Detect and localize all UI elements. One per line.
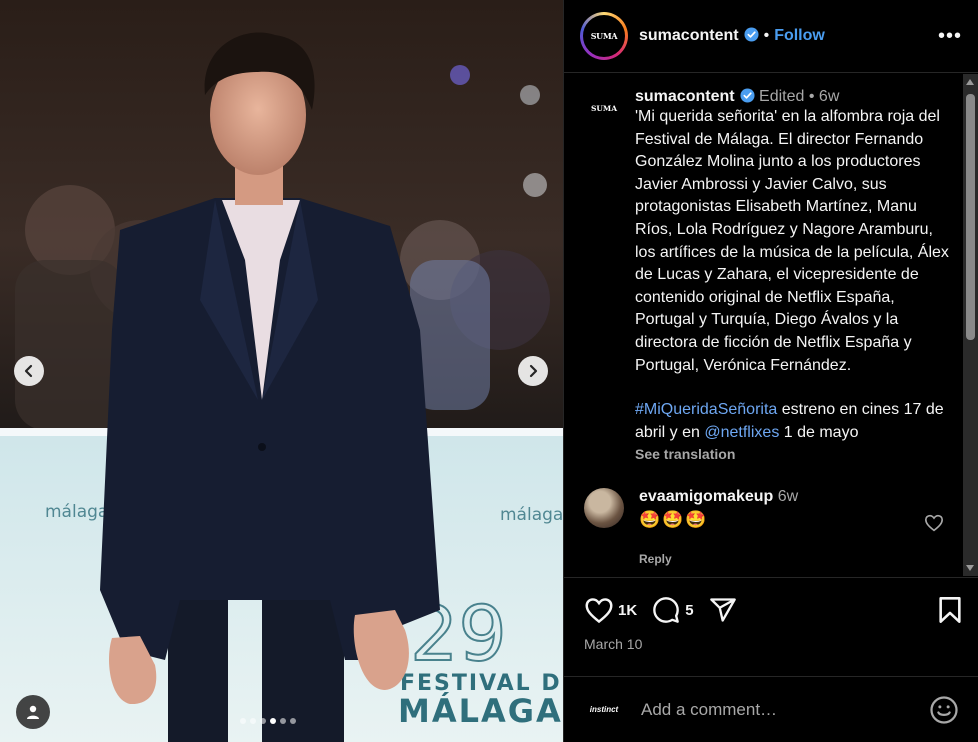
carousel-dot	[290, 718, 296, 724]
comment-bubble-icon	[653, 597, 680, 623]
carousel-dot	[250, 718, 256, 724]
verified-badge-icon	[744, 27, 759, 42]
chevron-left-icon	[24, 364, 33, 378]
comment-text: 🤩🤩🤩	[639, 510, 709, 530]
post-panel: SUMA sumacontent • Follow ••• SUMA sumac…	[563, 0, 978, 742]
caption-promo-text-end: 1 de mayo	[779, 423, 859, 441]
comment-age: 6w	[777, 488, 799, 506]
comment-button[interactable]	[651, 596, 681, 624]
comments-scroll-area[interactable]: SUMA sumacontent Edited • 6w 'Mi querida…	[564, 74, 978, 576]
scrollbar-thumb[interactable]	[966, 94, 975, 340]
avatar-logo-text: SUMA	[590, 31, 618, 41]
carousel-dot	[240, 718, 246, 724]
comment-item: evaamigomakeup 6w 🤩🤩🤩 Reply	[564, 488, 978, 566]
carousel-dot	[260, 718, 266, 724]
post-age: 6w	[818, 88, 840, 105]
bookmark-icon	[939, 597, 961, 623]
see-translation-link[interactable]: See translation	[635, 446, 955, 462]
carousel-indicator	[240, 718, 296, 724]
user-icon	[27, 705, 39, 719]
like-count[interactable]: 1K	[618, 602, 637, 619]
backdrop-logo-text: málaga	[500, 505, 563, 525]
caption-username[interactable]: sumacontent	[635, 88, 735, 105]
avatar-logo-text: SUMA	[590, 103, 618, 113]
carousel-dot	[280, 718, 286, 724]
tagged-users-button[interactable]	[16, 695, 50, 729]
post-media[interactable]: málaga málaga 29 FESTIVAL DE MÁLAGA	[0, 0, 563, 742]
share-button[interactable]	[708, 596, 738, 624]
current-user-avatar[interactable]: instinct	[584, 689, 624, 730]
scrollbar[interactable]	[963, 74, 978, 576]
avatar[interactable]: SUMA	[583, 15, 625, 57]
hashtag-link[interactable]: #MiQueridaSeñorita	[635, 401, 777, 418]
carousel-dot	[270, 718, 276, 724]
separator-dot: •	[763, 27, 770, 44]
reply-link[interactable]: Reply	[639, 552, 672, 566]
comment-input[interactable]	[641, 699, 929, 720]
caption-text: 'Mi querida señorita' en la alfombra roj…	[635, 108, 954, 374]
like-button[interactable]	[584, 597, 614, 624]
backdrop-city-text: MÁLAGA	[398, 692, 563, 730]
carousel-prev-button[interactable]	[14, 356, 44, 386]
comment-avatar[interactable]	[584, 488, 624, 529]
post-actions: 1K 5 March 10	[564, 577, 978, 652]
chevron-right-icon	[529, 364, 538, 378]
comment-count: 5	[685, 601, 694, 619]
avatar-logo-text: instinct	[589, 705, 619, 714]
save-button[interactable]	[937, 596, 963, 624]
story-ring[interactable]: SUMA	[580, 12, 628, 60]
caption-body: sumacontent Edited • 6w 'Mi querida seño…	[635, 88, 955, 462]
send-icon	[709, 598, 736, 622]
add-comment-bar: instinct	[564, 676, 978, 742]
emoji-icon[interactable]	[929, 695, 959, 725]
post-photo: málaga málaga 29 FESTIVAL DE MÁLAGA	[0, 0, 563, 742]
carousel-next-button[interactable]	[518, 356, 548, 386]
scroll-up-arrow[interactable]	[966, 79, 974, 85]
separator-dot: •	[808, 88, 815, 105]
backdrop-logo-text: málaga	[45, 502, 108, 522]
mention-link[interactable]: @netflixes	[704, 424, 779, 441]
scroll-down-arrow[interactable]	[966, 565, 974, 571]
verified-badge-icon	[740, 88, 755, 103]
caption-promo: #MiQueridaSeñorita estreno en cines 17 d…	[635, 399, 955, 444]
follow-button[interactable]: Follow	[774, 27, 825, 45]
post-header: SUMA sumacontent • Follow •••	[564, 0, 978, 73]
comment-like-heart-icon[interactable]	[924, 514, 944, 532]
comment-username[interactable]: evaamigomakeup	[639, 488, 773, 505]
caption-avatar[interactable]: SUMA	[584, 88, 624, 128]
caption: SUMA sumacontent Edited • 6w 'Mi querida…	[564, 74, 978, 462]
heart-icon	[585, 597, 613, 623]
more-options-icon[interactable]: •••	[938, 25, 962, 48]
edited-label: Edited	[759, 88, 805, 105]
post-author-username[interactable]: sumacontent	[639, 27, 759, 45]
post-date[interactable]: March 10	[584, 636, 963, 652]
